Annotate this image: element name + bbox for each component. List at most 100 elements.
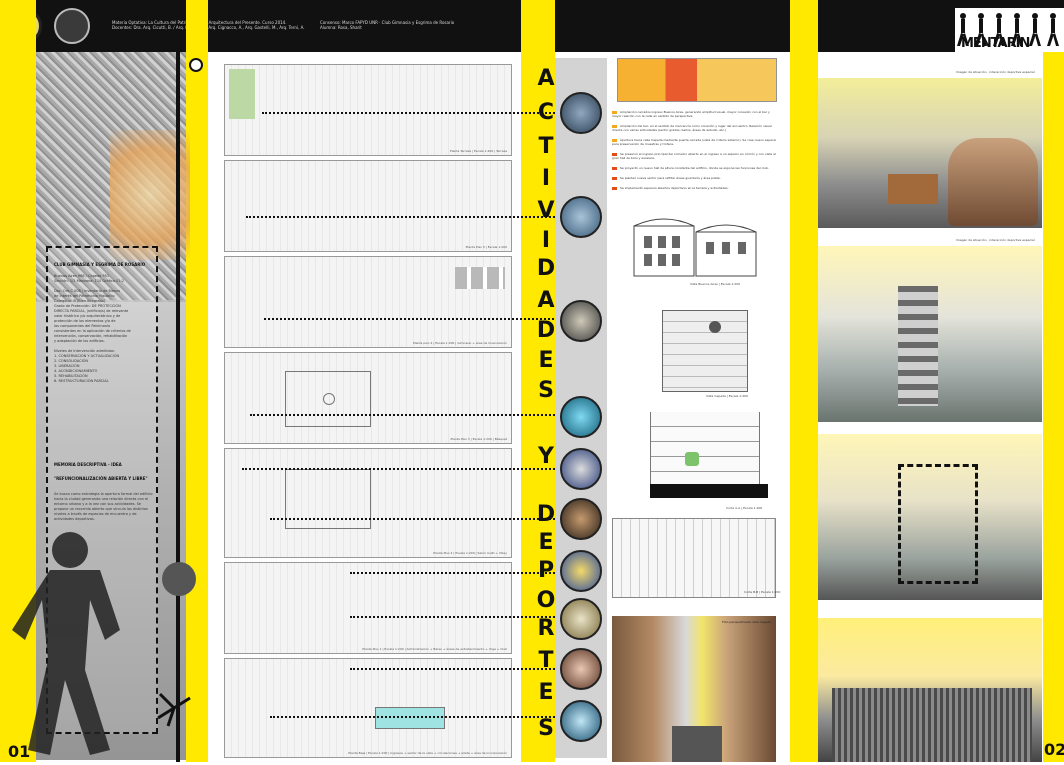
render-fachada-cepeda [818, 618, 1042, 762]
legend-item: Ampliación del bar, en el sentido de mer… [612, 124, 772, 132]
title-letter: I [541, 228, 551, 253]
activity-photo-9 [560, 648, 602, 690]
legend-swatch [612, 176, 617, 180]
volley-court [285, 469, 371, 529]
page-number-left: 01 [8, 742, 31, 761]
caption-vista-cepeda: Vista Cepeda | Escala 1:200 [706, 394, 748, 398]
activity-photo-5 [560, 448, 602, 490]
connector-line [262, 112, 562, 114]
street-perspective-photo [612, 616, 776, 762]
plan-terraza: Planta Terraza | Escala 1:200 | Terraza [224, 64, 512, 156]
people-figure [948, 138, 1038, 226]
stair-tower [898, 286, 938, 406]
north-arrow-icon [189, 58, 203, 72]
plan-piso-4: Planta piso 4 | Escala 1:200 | Gimnasio … [224, 256, 512, 348]
title-letter: E [538, 348, 554, 373]
plan-piso-5: Planta Piso 5 | Escala 1:200 [224, 160, 512, 252]
pool [375, 707, 445, 729]
runners-logo-text: MENTARIN [961, 36, 1030, 51]
plan-planta-baja: Planta Baja | Escala 1:200 | Ingresos + … [224, 658, 512, 758]
plan-equipment [455, 267, 505, 289]
connector-line [350, 668, 562, 670]
facade-elevation [630, 212, 760, 278]
right-yellow-stripe [1043, 52, 1064, 762]
activity-photo-6 [560, 498, 602, 540]
connector-line [242, 468, 562, 470]
corte-aa-ground [650, 484, 768, 498]
title-letter: T [538, 134, 554, 159]
corte-aa-drawing [650, 412, 760, 484]
caption-perspectiva-calle: Foto perspectivada calle Cepeda [722, 620, 772, 624]
title-letter: E [538, 530, 554, 555]
caption-fachada: Vista Buenos Aires | Escala 1:200 [690, 282, 741, 286]
activity-photo-3 [560, 300, 602, 342]
render-caption-2: Imagen de situación · interacción deport… [956, 238, 1035, 242]
ball-icon [162, 562, 196, 596]
activity-photo-1 [560, 92, 602, 134]
plan-piso-2: Planta Piso 2 | Escala 1:200 | Salón mul… [224, 448, 512, 558]
legend-item: Se proyectó un nuevo hall de altura cons… [612, 166, 778, 170]
legend-list: Ampliación cerrados ingreso Buenos Aires… [612, 110, 778, 196]
legend-swatch [612, 166, 617, 170]
course-info: Materia Optativa: La Cultura del Patrimo… [112, 20, 305, 30]
caption-corte-aa: Corte A-A | Escala 1:200 [726, 506, 763, 510]
plan-caption: Planta Piso 1 | Escala 1:200 | Administr… [362, 647, 507, 651]
title-letter: V [537, 198, 555, 223]
windmill-icon [156, 688, 192, 728]
memoria-subtitle: "REFUNCIONALIZACIÓN ABIERTA Y LIBRE" [54, 476, 148, 481]
title-letter: D [536, 502, 556, 527]
corte-bb-drawing [612, 518, 776, 598]
legend-item: Se planteó nueva sector para reflitar ár… [612, 176, 778, 180]
render-vinculacion [818, 434, 1042, 600]
title-letter: T [538, 648, 554, 673]
render-interaction-1 [818, 78, 1042, 228]
legend-item: Ampliación cerrados ingreso Buenos Aires… [612, 110, 770, 118]
vertical-divider [176, 52, 180, 762]
yellow-stripe-4 [790, 0, 818, 762]
plant-icon [685, 452, 699, 466]
legend-item: Se preservó el ingreso principal del com… [612, 152, 776, 160]
title-letter: I [541, 166, 551, 191]
render-caption-1: Imagen de situación · interacción deport… [956, 70, 1035, 74]
vista-cepeda-drawing [662, 310, 748, 392]
street-road [672, 726, 722, 762]
title-letter: D [536, 318, 556, 343]
club-info-text: Buenos Aires 968 / Cepeda 951 Sección: 1… [54, 274, 131, 383]
activity-photo-10 [560, 700, 602, 742]
plan-caption: Planta Piso 3 | Escala 1:200 | Básquet [450, 437, 507, 441]
title-letter: Y [538, 444, 554, 469]
connector-line [350, 572, 562, 574]
render-interaction-2 [818, 246, 1042, 422]
title-letter: S [538, 716, 554, 741]
title-letter: C [537, 100, 555, 125]
connector-line [350, 616, 562, 618]
table-figure [888, 174, 938, 204]
title-letter: P [537, 558, 555, 583]
club-title: CLUB GIMNASIA Y ESGRIMA DE ROSARIO [54, 262, 146, 267]
plan-caption: Planta Baja | Escala 1:200 | Ingresos + … [348, 751, 507, 755]
plan-caption: Planta Terraza | Escala 1:200 | Terraza [449, 149, 507, 153]
legend-item: Se implementó espacios abiertos deportiv… [612, 186, 778, 190]
legend-swatch [612, 186, 617, 190]
activity-photo-2 [560, 196, 602, 238]
connector-line [250, 414, 562, 416]
page-number-right: 02 [1044, 740, 1064, 759]
plan-caption: Planta Piso 5 | Escala 1:200 [465, 245, 507, 249]
title-letter: R [537, 616, 555, 641]
connector-line [270, 518, 562, 520]
yellow-stripe-2 [186, 0, 208, 762]
legend-item: Apertura hacia calle Cepeda mediante pue… [612, 138, 777, 146]
connector-line [246, 216, 562, 218]
plan-green-area [229, 69, 255, 119]
court-circle [323, 393, 335, 405]
faculty-seal-icon [54, 8, 90, 44]
plan-caption: Planta piso 4 | Escala 1:200 | Gimnasio … [412, 341, 507, 345]
title-letter: D [536, 256, 556, 281]
athlete-silhouette [10, 520, 130, 760]
plan-caption: Planta Piso 2 | Escala 1:200 | Salón mul… [433, 551, 507, 555]
facade-slats [832, 688, 1032, 762]
caption-corte-bb: Corte B-B | Escala 1:200 [744, 590, 781, 594]
clock-icon [709, 321, 721, 333]
memoria-title: MEMORIA DESCRIPTIVA - IDEA [54, 462, 122, 467]
connector-line [264, 318, 562, 320]
